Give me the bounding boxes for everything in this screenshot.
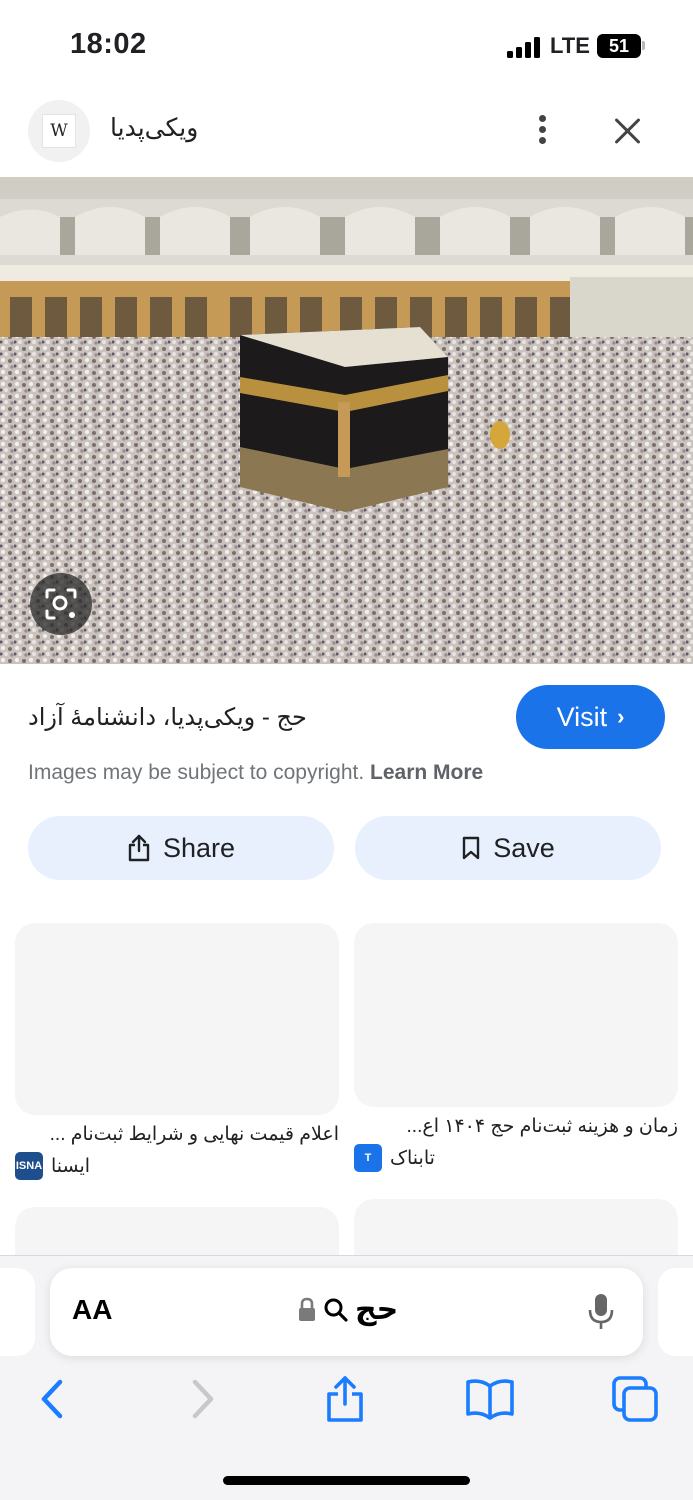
related-source-name: ایسنا: [51, 1155, 91, 1177]
save-button[interactable]: Save: [355, 816, 661, 880]
tabnak-logo-icon: T: [354, 1144, 382, 1172]
search-query: حج: [355, 1293, 399, 1326]
save-label: Save: [493, 832, 555, 863]
close-icon[interactable]: [610, 113, 646, 149]
related-thumbnail[interactable]: [15, 923, 339, 1115]
bookmark-icon: [463, 836, 480, 860]
battery-percent: 51: [608, 36, 630, 56]
forward-icon[interactable]: [177, 1374, 227, 1424]
wikipedia-logo-icon: W: [42, 114, 76, 148]
site-name[interactable]: ویکی‌پدیا: [110, 113, 198, 143]
lock-icon: [299, 1297, 315, 1321]
search-icon: [324, 1298, 348, 1322]
kaaba-photo: [0, 177, 693, 664]
more-vertical-icon[interactable]: [528, 113, 558, 147]
related-card[interactable]: اعلام قیمت نهایی و شرایط ثبت‌نام ... ISN…: [15, 923, 339, 1180]
next-tab-preview[interactable]: [658, 1268, 693, 1356]
home-indicator: [223, 1476, 470, 1485]
status-bar: 18:02 LTE 51: [0, 0, 693, 90]
tabs-icon[interactable]: [610, 1374, 660, 1424]
previous-tab-preview[interactable]: [0, 1268, 35, 1356]
related-title[interactable]: زمان و هزینه ثبت‌نام حج ۱۴۰۴ اع...: [354, 1115, 678, 1138]
share-label: Share: [162, 832, 236, 863]
network-label: LTE: [550, 33, 590, 58]
site-favicon: W: [28, 100, 90, 162]
share-button[interactable]: Share: [28, 816, 334, 880]
related-thumbnail[interactable]: [354, 1199, 678, 1255]
lens-icon-glyph: [45, 588, 77, 620]
address-bar[interactable]: AA حج: [50, 1268, 643, 1356]
related-source: ISNA ایسنا: [15, 1152, 339, 1180]
result-title[interactable]: حج - ویکی‌پدیا، دانشنامهٔ آزاد: [28, 703, 498, 732]
bookmarks-icon[interactable]: [465, 1374, 515, 1424]
battery-icon: 51: [597, 34, 641, 58]
isna-logo-icon: ISNA: [15, 1152, 43, 1180]
visit-label: Visit: [556, 701, 608, 732]
microphone-glyph: [588, 1294, 614, 1329]
copyright-text: Images may be subject to copyright.: [28, 761, 365, 784]
share-icon[interactable]: [320, 1374, 370, 1424]
related-source: T تابناک: [354, 1144, 678, 1172]
status-time: 18:02: [70, 28, 147, 60]
result-header: W ویکی‌پدیا: [0, 95, 693, 170]
signal-icon: [507, 36, 541, 58]
related-source-name: تابناک: [390, 1147, 435, 1169]
related-title[interactable]: اعلام قیمت نهایی و شرایط ثبت‌نام ...: [15, 1123, 339, 1146]
related-thumbnail[interactable]: [354, 923, 678, 1107]
microphone-icon[interactable]: [586, 1292, 616, 1332]
back-icon[interactable]: [28, 1374, 78, 1424]
browser-toolbar: AA حج: [0, 1255, 693, 1500]
visit-button[interactable]: Visit ›: [516, 685, 665, 749]
lens-search-icon[interactable]: [30, 573, 92, 635]
learn-more-link[interactable]: Learn More: [370, 761, 483, 784]
url-field[interactable]: حج: [297, 1292, 398, 1327]
main-image[interactable]: [0, 177, 693, 664]
related-card[interactable]: زمان و هزینه ثبت‌نام حج ۱۴۰۴ اع... T تاب…: [354, 923, 678, 1172]
battery-cap: [642, 41, 645, 50]
share-icon: [128, 834, 150, 862]
related-thumbnail[interactable]: [15, 1207, 339, 1255]
reader-settings-button[interactable]: AA: [72, 1294, 112, 1326]
copyright-notice: Images may be subject to copyright. Lear…: [28, 761, 483, 785]
chevron-right-icon: ›: [617, 704, 625, 729]
